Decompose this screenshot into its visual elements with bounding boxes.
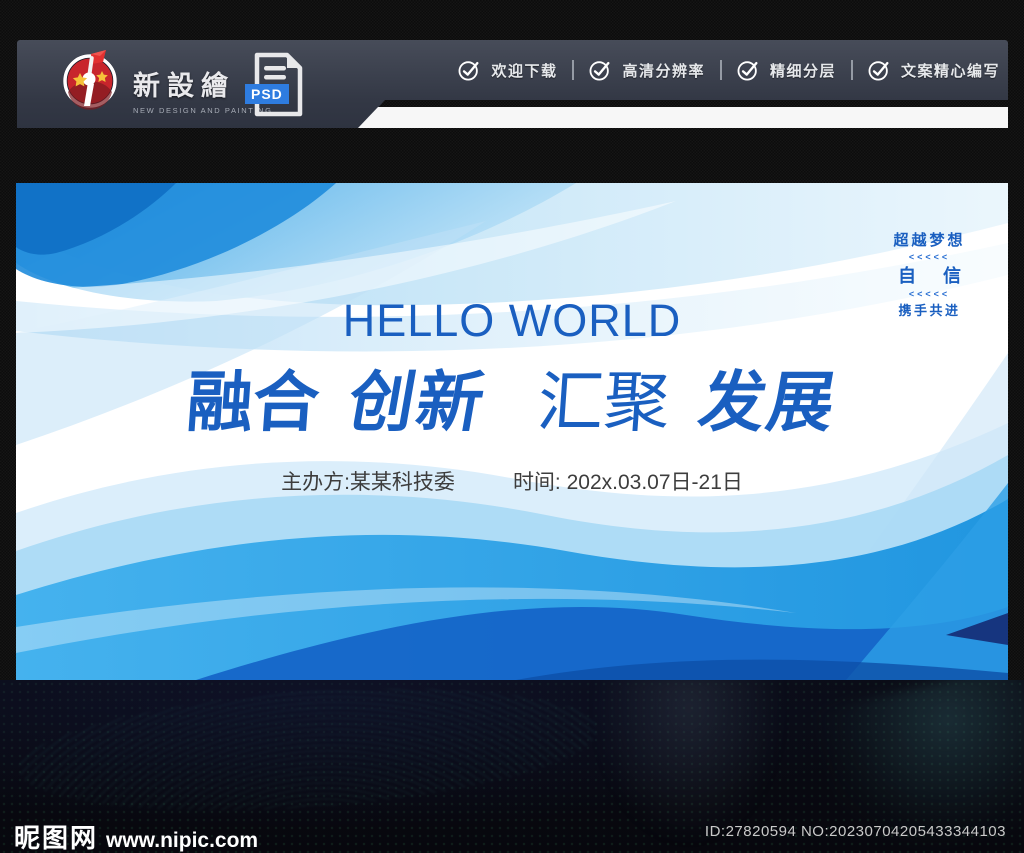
subtitle-row: 主办方:某某科技委 时间: 202x.03.07日-21日 [16,466,1008,496]
title-part: 融合 [184,365,322,439]
title-part: 创新 [342,365,492,439]
psd-badge-label: PSD [245,84,289,104]
separator [572,60,575,80]
check-circle-icon [868,61,889,81]
feature-item: 精细分层 [737,59,836,81]
slogan-line: 自 信 [897,266,972,286]
image-id-text: ID:27820594 NO:20230704205433344103 [704,823,1006,840]
feature-label: 欢迎下载 [491,62,558,80]
time-text: 时间: 202x.03.07日-21日 [512,471,743,494]
feature-label: 精细分层 [769,62,836,80]
site-url: www.nipic.com [106,829,259,852]
site-watermark: 昵图网 www.nipic.com [14,818,258,853]
slogan-arrows: <<<<< [908,252,951,262]
page: 新設繪 NEW DESIGN AND PAINTING PSD 欢迎下载 高清分… [0,0,1024,853]
title-part: 汇聚 [535,365,673,439]
title-part: 发展 [693,365,843,439]
slogan-line: 超越梦想 [893,232,966,249]
subtitle-en: HELLO WORLD [342,295,682,346]
feature-label: 高清分辨率 [622,62,705,80]
feature-item: 文案精心编写 [868,59,1000,81]
robot-silhouette [594,680,784,844]
organizer-text: 主办方:某某科技委 [281,471,455,494]
feature-item: 欢迎下载 [458,59,557,81]
separator [850,60,853,80]
check-circle-icon [458,61,479,81]
wave-mesh-decoration [14,680,602,828]
feature-list: 欢迎下载 高清分辨率 精细分层 文案精心编写 [428,40,1000,100]
header-accent-stripe [358,107,1008,128]
check-circle-icon [737,61,758,81]
feature-item: 高清分辨率 [589,59,705,81]
poster-canvas: 超越梦想 <<<<< 自 信 <<<<< 携手共进 HELLO WORLD 融合… [16,183,1008,680]
main-title: 融合 创新 汇聚 发展 [16,349,1008,445]
feature-label: 文案精心编写 [900,62,1000,80]
psd-file-icon: PSD [245,52,305,118]
site-name: 昵图网 [14,823,99,853]
separator [719,60,722,80]
check-circle-icon [589,61,610,81]
brand-logo-icon [60,48,120,110]
